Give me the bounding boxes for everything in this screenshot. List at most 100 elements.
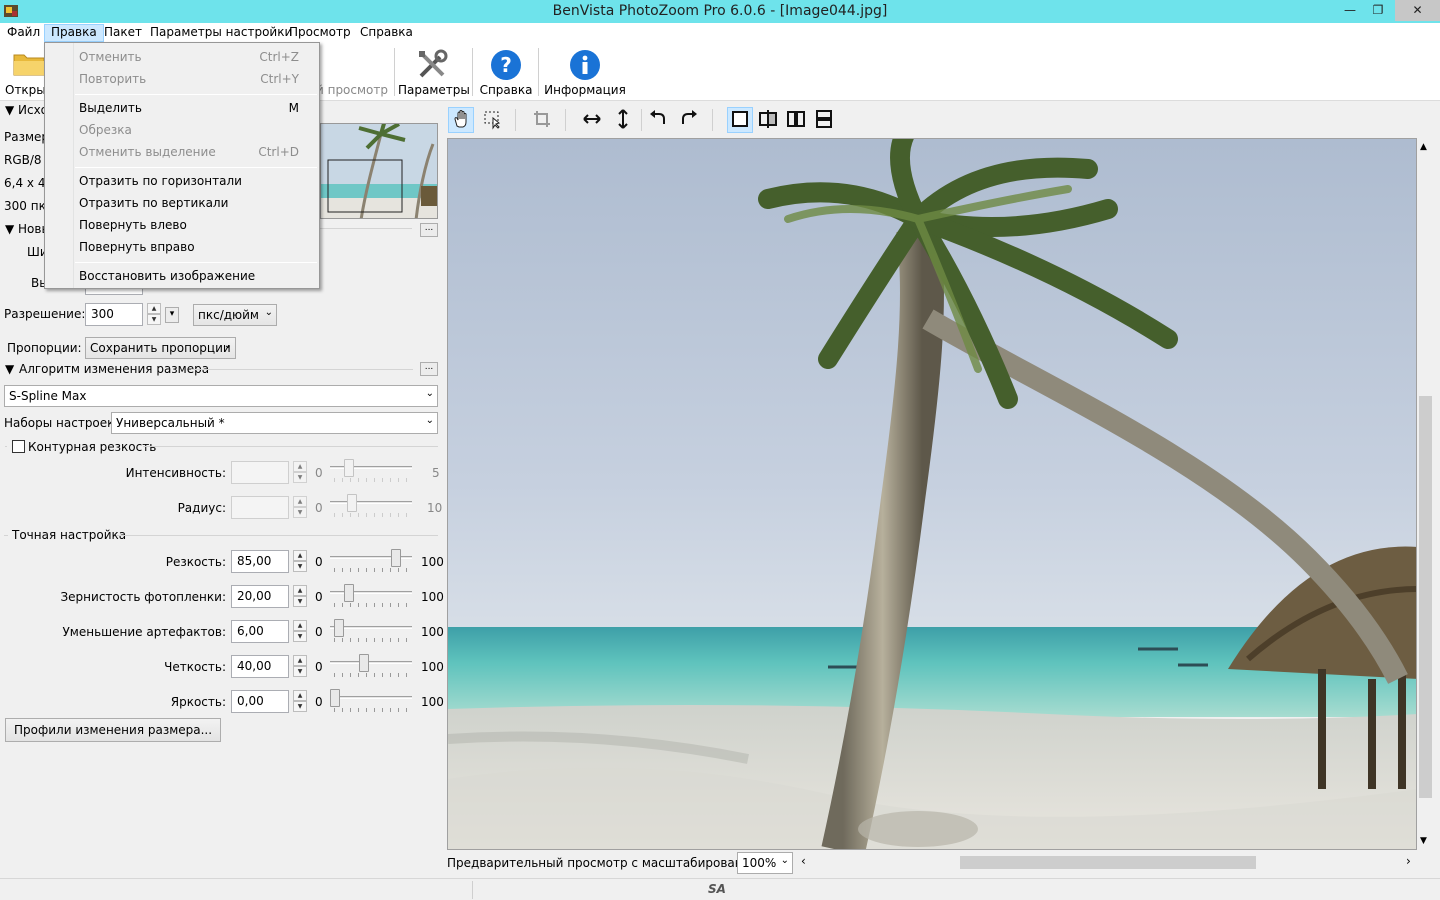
scroll-up-icon[interactable]: ▲ [1420, 142, 1427, 152]
sharpness-input[interactable]: 85,00 [231, 550, 289, 573]
menu-item-rotate-right[interactable]: Повернуть вправо [47, 239, 319, 259]
algorithm-collapse-icon[interactable]: ▼ [5, 362, 14, 376]
radius-slider-track[interactable] [330, 501, 412, 504]
menu-item-select[interactable]: Выделить M [47, 100, 319, 120]
intensity-slider-thumb[interactable] [344, 459, 354, 477]
new-size-collapse-icon[interactable]: ▼ [5, 222, 14, 236]
menu-item-undo-shortcut: Ctrl+Z [259, 50, 299, 64]
resolution-input[interactable]: 300 [85, 303, 143, 326]
menu-item-rotate-left[interactable]: Повернуть влево [47, 217, 319, 237]
artifact-reduction-input[interactable]: 6,00 [231, 620, 289, 643]
menu-item-redo[interactable]: Повторить Ctrl+Y [47, 71, 319, 91]
clarity-slider-thumb[interactable] [358, 654, 369, 672]
presets-label: Наборы настроек: [4, 416, 119, 430]
menu-item-deselect-shortcut: Ctrl+D [258, 145, 299, 159]
source-collapse-icon[interactable]: ▼ [5, 103, 14, 117]
flip-horizontal-button[interactable] [579, 107, 605, 133]
open-button[interactable]: Открыть [2, 45, 60, 99]
fine-row-clarity: Четкость: 40,00 ▲ ▼ 0 100 [0, 654, 444, 685]
film-grain-label: Зернистость фотопленки: [60, 590, 226, 604]
hand-tool-button[interactable] [448, 107, 474, 133]
clarity-spinner[interactable]: ▲ ▼ [293, 655, 307, 678]
split-view-button[interactable] [755, 107, 781, 133]
scroll-right-icon[interactable]: › [1406, 854, 1411, 868]
clarity-input[interactable]: 40,00 [231, 655, 289, 678]
menu-item-restore-image[interactable]: Восстановить изображение [47, 268, 319, 288]
horizontal-scroll-thumb[interactable] [960, 856, 1256, 869]
artifact-reduction-spinner[interactable]: ▲ ▼ [293, 620, 307, 643]
close-button[interactable]: ✕ [1395, 0, 1440, 21]
menu-item-crop[interactable]: Обрезка [47, 122, 319, 142]
rotate-left-button[interactable] [645, 107, 671, 133]
vertical-scroll-thumb[interactable] [1419, 396, 1432, 798]
menu-item-flip-horizontal[interactable]: Отразить по горизонтали [47, 173, 319, 193]
brightness-slider-thumb[interactable] [330, 689, 340, 707]
crop-button[interactable] [529, 107, 555, 133]
brightness-slider-track[interactable] [330, 696, 412, 699]
flip-vertical-button[interactable] [610, 107, 636, 133]
clarity-max: 100 [421, 660, 444, 674]
proportions-select[interactable]: Сохранить пропорции ⌄ [85, 337, 236, 359]
source-more-button[interactable]: ... [420, 223, 438, 237]
chevron-down-icon: ⌄ [223, 340, 232, 351]
proportions-value: Сохранить пропорции [90, 341, 231, 355]
radius-input[interactable] [231, 496, 289, 519]
artifact-reduction-slider-thumb[interactable] [334, 619, 345, 637]
rotate-right-icon [678, 110, 700, 133]
brightness-input[interactable]: 0,00 [231, 690, 289, 713]
horizontal-scrollbar[interactable]: ‹ › [798, 853, 1418, 872]
minimize-button[interactable]: — [1335, 0, 1365, 21]
sharpness-min: 0 [315, 555, 323, 569]
intensity-slider-track[interactable] [330, 466, 412, 469]
single-view-button[interactable] [727, 107, 753, 133]
menu-file[interactable]: Файл [1, 24, 46, 42]
presets-select[interactable]: Универсальный * ⌄ [111, 412, 438, 434]
fine-row-brightness: Яркость: 0,00 ▲ ▼ 0 100 [0, 689, 444, 720]
help-button[interactable]: ? Справка [478, 45, 534, 99]
menu-settings[interactable]: Параметры настройки [144, 24, 298, 42]
clarity-slider-track[interactable] [330, 661, 412, 664]
svg-text:?: ? [500, 53, 512, 77]
resolution-spinner[interactable]: ▲ ▼ [147, 303, 161, 326]
menu-batch[interactable]: Пакет [98, 24, 148, 42]
side-by-side-view-button[interactable] [783, 107, 809, 133]
vertical-scrollbar[interactable]: ▲ ▼ [1417, 138, 1434, 850]
intensity-input[interactable] [231, 461, 289, 484]
stacked-view-button[interactable] [811, 107, 837, 133]
radius-slider-thumb[interactable] [347, 494, 357, 512]
navigator-thumbnail[interactable] [320, 123, 438, 219]
info-button[interactable]: Информация [544, 45, 626, 99]
film-grain-spinner[interactable]: ▲ ▼ [293, 585, 307, 608]
sharpness-spinner[interactable]: ▲ ▼ [293, 550, 307, 573]
toolbar-separator [712, 109, 713, 131]
film-grain-slider-track[interactable] [330, 591, 412, 594]
source-size-label: Размер [4, 130, 50, 144]
menu-item-deselect[interactable]: Отменить выделение Ctrl+D [47, 144, 319, 164]
menu-edit[interactable]: Правка [44, 24, 104, 42]
maximize-button[interactable]: ❐ [1363, 0, 1393, 21]
scroll-down-icon[interactable]: ▼ [1420, 836, 1427, 846]
resolution-menu-button[interactable]: ▾ [165, 307, 179, 323]
algorithm-method-select[interactable]: S-Spline Max ⌄ [4, 385, 438, 407]
radius-spinner[interactable]: ▲ ▼ [293, 496, 307, 519]
resolution-unit-select[interactable]: пкс/дюйм ⌄ [193, 304, 277, 326]
select-tool-button[interactable] [479, 107, 505, 133]
artifact-reduction-min: 0 [315, 625, 323, 639]
rotate-right-button[interactable] [676, 107, 702, 133]
algorithm-more-button[interactable]: ... [420, 362, 438, 376]
film-grain-input[interactable]: 20,00 [231, 585, 289, 608]
zoom-select[interactable]: 100% ⌄ [737, 852, 793, 874]
menu-help[interactable]: Справка [354, 24, 419, 42]
intensity-spinner[interactable]: ▲ ▼ [293, 461, 307, 484]
menu-item-undo[interactable]: Отменить Ctrl+Z [47, 49, 319, 69]
menu-view[interactable]: Просмотр [283, 24, 357, 42]
scroll-left-icon[interactable]: ‹ [801, 854, 806, 868]
image-preview[interactable] [447, 138, 1417, 850]
menu-item-flip-vertical[interactable]: Отразить по вертикали [47, 195, 319, 215]
contour-sharpness-checkbox[interactable] [12, 440, 25, 453]
film-grain-slider-thumb[interactable] [344, 584, 355, 602]
brightness-spinner[interactable]: ▲ ▼ [293, 690, 307, 713]
parameters-button[interactable]: Параметры [398, 45, 470, 99]
sharpness-slider-thumb[interactable] [391, 549, 402, 567]
resize-profiles-button[interactable]: Профили изменения размера... [5, 718, 222, 742]
